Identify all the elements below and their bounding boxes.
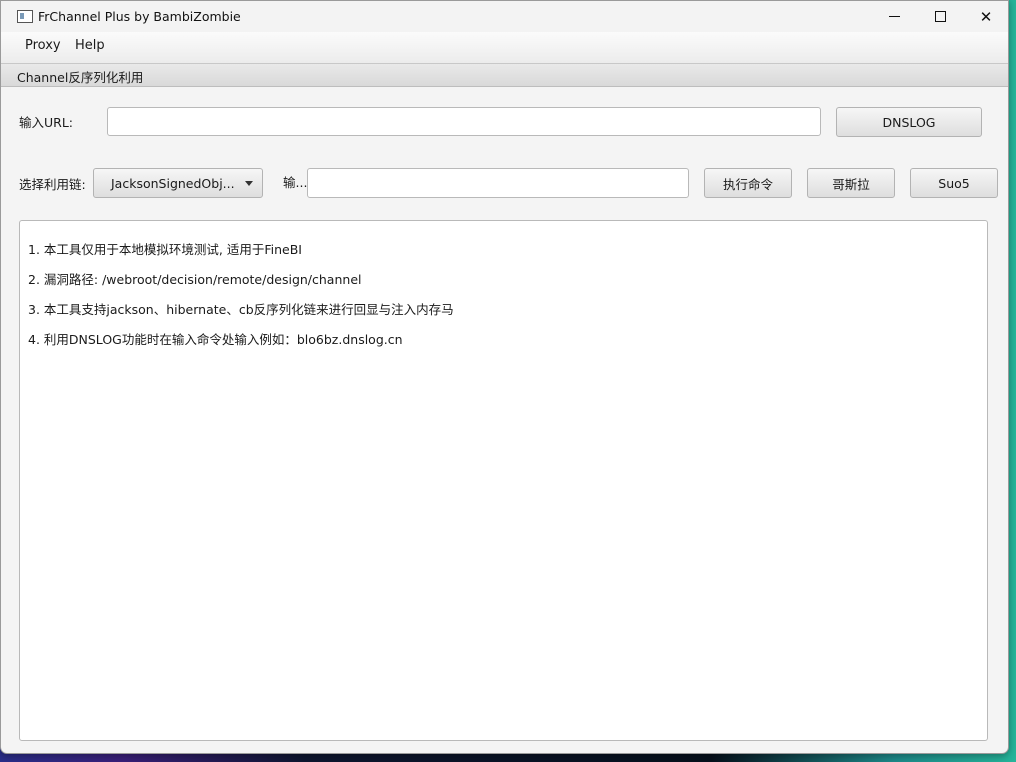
window-title: FrChannel Plus by BambiZombie xyxy=(38,9,241,24)
minimize-icon xyxy=(888,16,900,17)
output-line: 2. 漏洞路径: /webroot/decision/remote/design… xyxy=(28,272,362,287)
command-input[interactable] xyxy=(308,169,688,197)
command-label: 输... xyxy=(283,175,308,190)
minimize-button[interactable] xyxy=(871,1,917,32)
url-field[interactable] xyxy=(107,107,821,136)
output-line: 1. 本工具仅用于本地模拟环境测试, 适用于FineBI xyxy=(28,242,302,257)
url-label: 输入URL: xyxy=(19,115,74,130)
output-text-area[interactable]: 1. 本工具仅用于本地模拟环境测试, 适用于FineBI 2. 漏洞路径: /w… xyxy=(19,220,988,741)
menu-proxy[interactable]: Proxy xyxy=(21,38,65,53)
output-line: 3. 本工具支持jackson、hibernate、cb反序列化链来进行回显与注… xyxy=(28,302,454,317)
title-bar[interactable]: FrChannel Plus by BambiZombie ✕ xyxy=(1,1,1008,32)
close-button[interactable]: ✕ xyxy=(963,1,1008,32)
chevron-down-icon xyxy=(245,181,253,186)
output-line: 4. 利用DNSLOG功能时在输入命令处输入例如：blo6bz.dnslog.c… xyxy=(28,332,403,347)
command-field[interactable] xyxy=(307,168,689,198)
maximize-icon xyxy=(934,11,946,22)
menu-help[interactable]: Help xyxy=(71,38,109,53)
godzilla-button[interactable]: 哥斯拉 xyxy=(807,168,895,198)
app-window: FrChannel Plus by BambiZombie ✕ Proxy He… xyxy=(0,0,1009,754)
close-icon: ✕ xyxy=(979,7,993,26)
dnslog-button[interactable]: DNSLOG xyxy=(836,107,982,137)
url-input[interactable] xyxy=(108,108,820,135)
maximize-button[interactable] xyxy=(917,1,963,32)
chain-select[interactable]: JacksonSignedObj... xyxy=(93,168,263,198)
app-window-icon xyxy=(17,10,33,23)
suo5-button[interactable]: Suo5 xyxy=(910,168,998,198)
execute-command-button[interactable]: 执行命令 xyxy=(704,168,792,198)
tab-channel-deserialization[interactable]: Channel反序列化利用 xyxy=(17,67,143,86)
chain-label: 选择利用链: xyxy=(19,177,86,192)
menu-bar: Proxy Help xyxy=(1,32,1008,64)
tab-bar: Channel反序列化利用 xyxy=(1,64,1008,87)
chain-select-value: JacksonSignedObj... xyxy=(111,176,235,191)
